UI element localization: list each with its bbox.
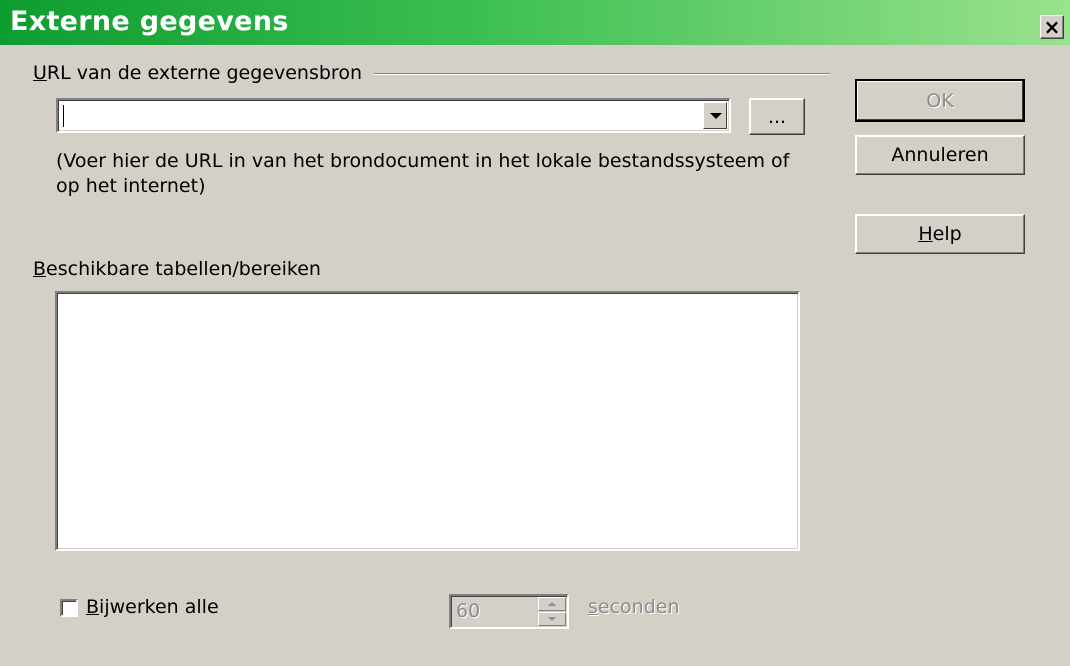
close-button[interactable]: × [1040,15,1064,39]
url-combobox[interactable] [56,98,731,133]
title-bar: Externe gegevens × [0,0,1070,45]
help-button-label: Help [918,223,961,245]
tables-label: Beschikbare tabellen/bereiken [33,258,321,280]
tables-label-text: eschikbare tabellen/bereiken [46,258,321,280]
url-group-label: URL van de externe gegevensbron [33,62,362,84]
refresh-checkbox[interactable] [60,599,78,617]
ok-button[interactable]: OK [855,79,1025,122]
refresh-label-mnemonic: B [86,596,100,618]
cancel-button[interactable]: Annuleren [855,135,1025,175]
tables-listbox[interactable] [55,291,800,551]
help-label-mnemonic: H [918,223,933,245]
url-hint-line-2: op het internet) [56,175,206,197]
url-label-mnemonic: U [33,62,47,84]
url-hint-line-1: (Voer hier de URL in van het brondocumen… [56,150,790,172]
spin-down-icon [538,612,566,626]
text-caret [63,105,64,127]
interval-spinbox: 60 [449,594,569,629]
close-icon: × [1043,15,1061,39]
help-button[interactable]: Help [855,214,1025,254]
spin-up-icon [538,597,566,611]
url-label-text: RL van de externe gegevensbron [46,62,362,84]
window-title: Externe gegevens [10,6,289,37]
group-divider [374,73,830,75]
chevron-down-icon[interactable] [703,102,727,129]
help-label-text: elp [932,223,962,245]
refresh-checkbox-label[interactable]: Bijwerken alle [86,596,219,618]
refresh-label-text: ijwerken alle [99,596,219,618]
browse-button-label: ... [767,105,787,128]
seconds-label-mnemonic: s [588,596,598,618]
cancel-button-label: Annuleren [891,144,989,166]
seconds-label-text: econden [597,596,680,618]
ok-button-label: OK [926,89,954,112]
browse-button[interactable]: ... [749,98,805,135]
seconds-label: seconden [588,596,680,618]
spin-buttons [538,597,566,626]
tables-label-mnemonic: B [33,258,47,280]
interval-value: 60 [456,600,481,622]
